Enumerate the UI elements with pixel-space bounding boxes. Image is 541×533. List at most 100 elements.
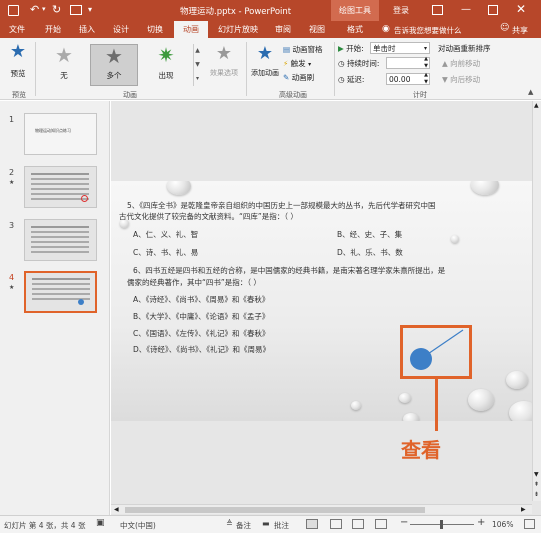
- delay-input[interactable]: 00.00 ▲ ▼: [386, 72, 430, 86]
- move-later-button[interactable]: ▼ 向后移动: [442, 74, 480, 85]
- start-label: 开始:: [346, 44, 364, 53]
- animation-star-icon: ★: [9, 179, 15, 186]
- preview-star-icon: ★: [9, 41, 27, 62]
- gallery-scroll[interactable]: ▲ ▼ ▾: [193, 44, 201, 86]
- ribbon-animations: ★ 预览 预览 ★ 无 ★ 多个 ✷ 出现 ▲ ▼ ▾ ★ 效果选项 动画 ★ 添加…: [0, 38, 541, 100]
- customize-toolbar-icon[interactable]: ▾: [88, 5, 92, 14]
- reading-view-icon[interactable]: [352, 519, 364, 529]
- scroll-down-icon[interactable]: ▼: [534, 471, 539, 478]
- tab-transitions[interactable]: 切换: [140, 21, 170, 38]
- effect-appear-icon: ✷: [157, 43, 175, 67]
- callout-label: 查看: [401, 438, 441, 462]
- fit-to-window-icon[interactable]: [524, 519, 535, 529]
- add-animation-label: 添加动画: [251, 69, 279, 77]
- preview-button[interactable]: ★ 预览: [4, 42, 32, 86]
- spinner-icon[interactable]: ▲ ▼: [424, 72, 428, 86]
- notes-button[interactable]: 备注: [236, 520, 251, 531]
- slide-thumbnail-4[interactable]: [24, 271, 97, 313]
- arrow-up-icon: ▲: [442, 59, 448, 68]
- animation-pane-icon: ▤: [283, 45, 291, 54]
- effect-options-label: 效果选项: [210, 69, 238, 77]
- save-icon[interactable]: [8, 5, 19, 16]
- tab-home[interactable]: 开始: [38, 21, 68, 38]
- close-icon[interactable]: ✕: [516, 2, 526, 16]
- animation-pane-button[interactable]: ▤ 动画窗格: [283, 44, 322, 55]
- scroll-right-icon[interactable]: ▶: [521, 506, 526, 513]
- q5-option-a: A、仁、义、礼、智: [133, 230, 199, 239]
- horizontal-scrollbar[interactable]: ◀ ▶: [111, 504, 532, 514]
- scroll-thumb[interactable]: [125, 507, 425, 513]
- scroll-up-icon[interactable]: ▲: [534, 102, 539, 109]
- tab-review[interactable]: 审阅: [268, 21, 298, 38]
- add-animation-button[interactable]: ★ 添加动画: [250, 44, 280, 86]
- zoom-slider[interactable]: [410, 520, 474, 529]
- start-select[interactable]: 单击时 ▾: [370, 42, 430, 54]
- q5-option-d: D、礼、乐、书、数: [337, 248, 403, 257]
- undo-dropdown-icon[interactable]: ▾: [42, 5, 46, 13]
- share-button[interactable]: 共享: [512, 25, 528, 36]
- tab-format[interactable]: 格式: [338, 21, 372, 38]
- chevron-down-icon: ▾: [423, 45, 427, 52]
- next-slide-icon[interactable]: ⇟: [534, 491, 539, 498]
- tab-design[interactable]: 设计: [106, 21, 136, 38]
- zoom-level[interactable]: 106%: [492, 520, 513, 529]
- chevron-down-icon: ▾: [308, 61, 312, 68]
- scroll-left-icon[interactable]: ◀: [114, 506, 119, 513]
- zoom-in-icon[interactable]: +: [477, 517, 485, 528]
- effect-appear[interactable]: ✷ 出现: [142, 44, 190, 86]
- slideshow-icon[interactable]: [375, 519, 387, 529]
- slide-counter: 幻灯片 第 4 张，共 4 张: [4, 521, 86, 530]
- login-link[interactable]: 登录: [393, 5, 409, 16]
- effect-options-icon: ★: [215, 43, 233, 64]
- trigger-icon: ⚡: [283, 59, 289, 68]
- arrow-down-icon: ▼: [442, 75, 448, 84]
- callout-connector: [435, 421, 438, 431]
- thumb-marker-icon: [78, 299, 84, 305]
- slide-canvas[interactable]: 5、《四库全书》是乾隆皇帝亲自组织的中国历史上一部规模最大的丛书，先后代学者研究…: [111, 181, 541, 421]
- redo-icon[interactable]: ↻: [52, 3, 61, 16]
- vertical-scrollbar[interactable]: ▲ ▼ ⇞ ⇟: [532, 101, 541, 501]
- ribbon-display-options-icon[interactable]: [432, 5, 443, 15]
- water-drop: [403, 413, 419, 421]
- water-drop: [471, 181, 499, 195]
- slide-thumbnail-3[interactable]: [24, 219, 97, 261]
- spinner-icon[interactable]: ▲ ▼: [424, 56, 428, 70]
- water-drop: [451, 235, 459, 243]
- tab-view[interactable]: 视图: [302, 21, 332, 38]
- animation-painter-button[interactable]: ✎ 动画刷: [283, 72, 314, 83]
- minimize-icon[interactable]: —: [461, 4, 471, 15]
- move-earlier-button[interactable]: ▲ 向前移动: [442, 58, 480, 69]
- slide-thumbnail-1[interactable]: 物理运动知识点练习: [24, 113, 97, 155]
- pendulum-shape[interactable]: [400, 325, 472, 379]
- effect-multiple-label: 多个: [106, 71, 122, 80]
- slide-sorter-icon[interactable]: [330, 519, 342, 529]
- tab-file[interactable]: 文件: [0, 21, 34, 38]
- zoom-out-icon[interactable]: −: [400, 517, 408, 528]
- animation-painter-label: 动画刷: [291, 73, 315, 82]
- effect-options-button[interactable]: ★ 效果选项: [205, 44, 243, 86]
- collapse-ribbon-icon[interactable]: ▲: [528, 88, 533, 96]
- reorder-title: 对动画重新排序: [438, 44, 491, 53]
- duration-input[interactable]: ▲ ▼: [386, 56, 430, 70]
- tell-me-box[interactable]: 告诉我您想要做什么: [394, 25, 462, 36]
- tab-animations[interactable]: 动画: [174, 21, 208, 38]
- trigger-button[interactable]: ⚡ 触发 ▾: [283, 58, 311, 69]
- effect-none[interactable]: ★ 无: [40, 44, 88, 86]
- zoom-slider-thumb[interactable]: [440, 520, 443, 529]
- comments-button[interactable]: 批注: [274, 520, 289, 531]
- language-indicator[interactable]: 中文(中国): [120, 520, 156, 531]
- thumb-text-lines: [31, 226, 89, 228]
- prev-slide-icon[interactable]: ⇞: [534, 481, 539, 488]
- tab-insert[interactable]: 插入: [72, 21, 102, 38]
- effect-multiple[interactable]: ★ 多个: [90, 44, 138, 86]
- undo-icon[interactable]: ↶: [30, 3, 39, 16]
- maximize-icon[interactable]: [488, 5, 498, 15]
- share-icon[interactable]: ☺: [500, 23, 509, 33]
- normal-view-icon[interactable]: [306, 519, 318, 529]
- slideshow-from-start-icon[interactable]: [70, 5, 82, 15]
- slide-thumbnail-2[interactable]: [24, 166, 97, 208]
- tab-slideshow[interactable]: 幻灯片放映: [212, 21, 264, 38]
- duration-icon: ◷: [338, 59, 345, 68]
- spelling-icon[interactable]: ▣: [96, 518, 105, 528]
- delay-icon: ◷: [338, 75, 345, 84]
